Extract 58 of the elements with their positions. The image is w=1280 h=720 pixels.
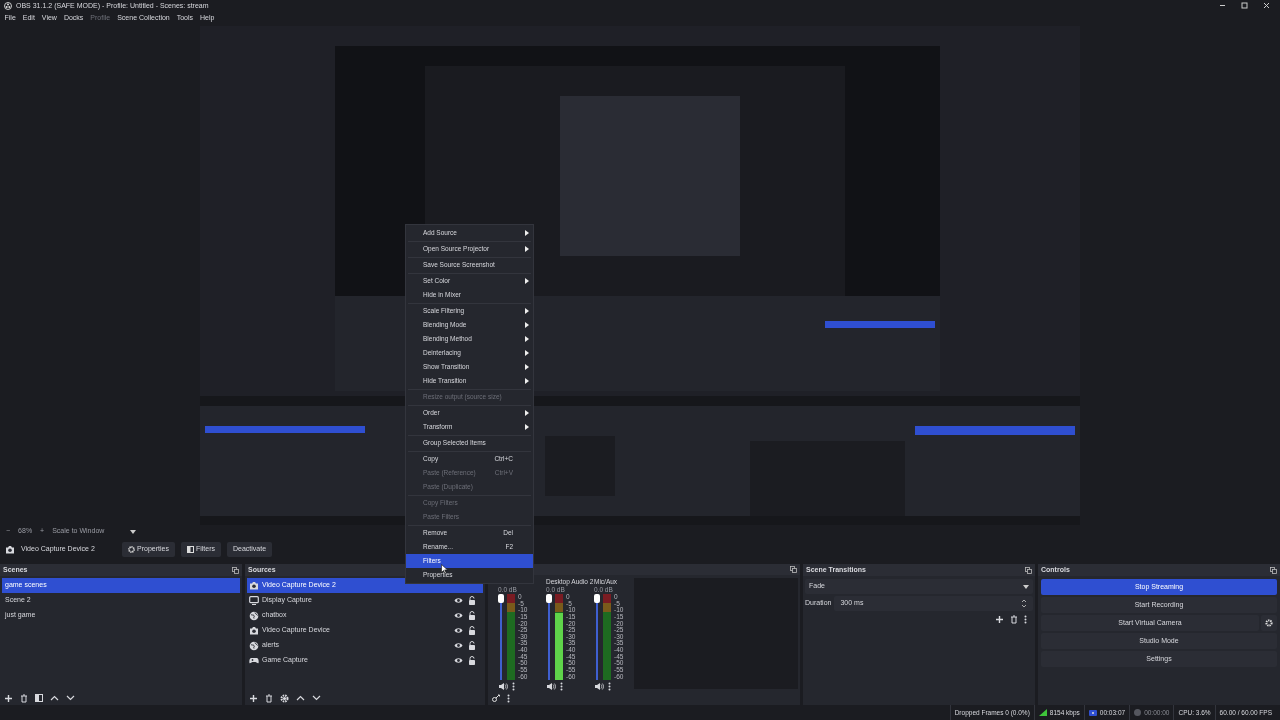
stream-icon bbox=[1088, 709, 1097, 716]
filter-icon[interactable] bbox=[35, 694, 43, 703]
camera-icon bbox=[249, 581, 259, 591]
eye-icon[interactable] bbox=[454, 657, 463, 665]
trash-icon[interactable] bbox=[20, 693, 28, 703]
undock-icon[interactable] bbox=[1025, 566, 1032, 574]
volume-slider-handle[interactable] bbox=[498, 594, 504, 604]
globe-icon bbox=[249, 640, 259, 651]
close-icon[interactable] bbox=[1263, 2, 1270, 10]
lock-icon[interactable] bbox=[468, 641, 476, 651]
caret-icon bbox=[1023, 584, 1029, 589]
more-icon[interactable] bbox=[1024, 615, 1027, 625]
lock-icon[interactable] bbox=[468, 611, 476, 621]
add-icon[interactable] bbox=[4, 693, 13, 703]
gear-icon bbox=[1265, 619, 1273, 628]
caret-icon bbox=[130, 529, 137, 534]
more-icon[interactable] bbox=[560, 682, 563, 692]
mouse-cursor-icon bbox=[441, 564, 448, 574]
eye-icon[interactable] bbox=[454, 627, 463, 635]
move-down-icon[interactable] bbox=[312, 695, 321, 702]
camera-icon bbox=[5, 544, 15, 554]
maximize-icon[interactable] bbox=[1241, 2, 1248, 10]
settings-icon[interactable] bbox=[280, 693, 289, 703]
volume-slider-handle[interactable] bbox=[594, 594, 600, 604]
lock-icon[interactable] bbox=[468, 596, 476, 606]
trash-icon[interactable] bbox=[265, 693, 273, 703]
move-up-icon[interactable] bbox=[296, 695, 305, 702]
undock-icon[interactable] bbox=[790, 566, 797, 574]
app-logo-icon bbox=[4, 1, 12, 10]
eye-icon[interactable] bbox=[454, 597, 463, 605]
speaker-icon[interactable] bbox=[594, 682, 604, 692]
speaker-icon[interactable] bbox=[546, 682, 556, 692]
more-icon[interactable] bbox=[512, 682, 515, 692]
gamepad-icon bbox=[249, 657, 259, 665]
add-icon[interactable] bbox=[995, 615, 1004, 625]
undock-icon[interactable] bbox=[232, 566, 239, 574]
signal-icon bbox=[1038, 709, 1047, 716]
more-icon[interactable] bbox=[507, 693, 510, 703]
trash-icon[interactable] bbox=[1010, 615, 1018, 625]
link-icon[interactable] bbox=[492, 694, 500, 703]
speaker-icon[interactable] bbox=[498, 682, 508, 692]
move-up-icon[interactable] bbox=[50, 695, 59, 702]
undock-icon[interactable] bbox=[1270, 566, 1277, 574]
filter-icon bbox=[186, 545, 194, 553]
monitor-icon bbox=[249, 596, 259, 606]
gear-icon bbox=[128, 545, 135, 553]
volume-slider-handle[interactable] bbox=[546, 594, 552, 604]
camera-icon bbox=[249, 626, 259, 636]
eye-icon[interactable] bbox=[454, 612, 463, 620]
spin-arrows-icon[interactable] bbox=[1021, 599, 1027, 609]
virtual-camera-settings-button[interactable] bbox=[1261, 615, 1277, 632]
globe-icon bbox=[249, 610, 259, 621]
lock-icon[interactable] bbox=[468, 656, 476, 666]
lock-icon[interactable] bbox=[468, 626, 476, 636]
add-icon[interactable] bbox=[249, 693, 258, 703]
more-icon[interactable] bbox=[608, 682, 611, 692]
move-down-icon[interactable] bbox=[66, 695, 75, 702]
eye-icon[interactable] bbox=[454, 642, 463, 650]
